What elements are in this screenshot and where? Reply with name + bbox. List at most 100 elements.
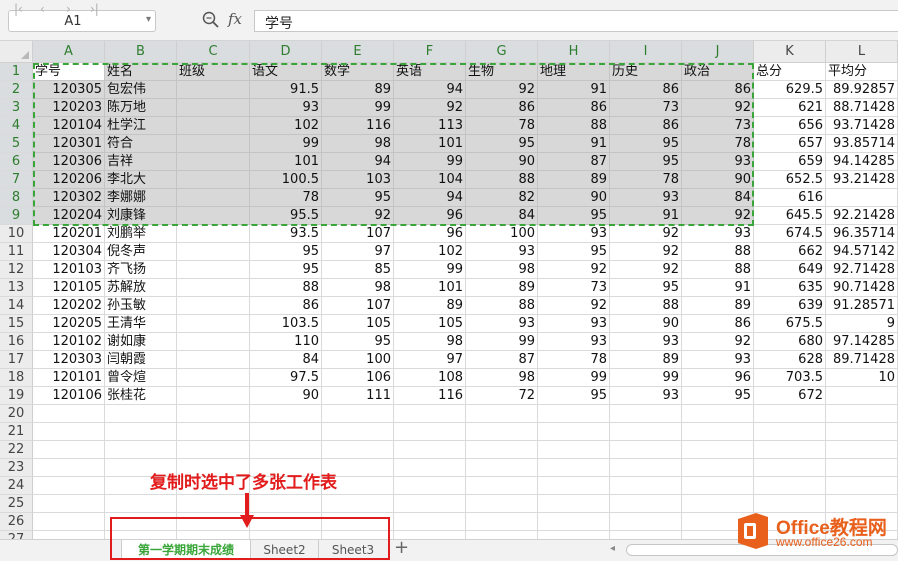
table-cell[interactable]: 91 xyxy=(538,135,610,153)
table-cell[interactable]: 672 xyxy=(754,387,826,405)
table-cell[interactable]: 94.14285 xyxy=(826,153,898,171)
table-cell[interactable]: 91.28571 xyxy=(826,297,898,315)
table-cell[interactable]: 105 xyxy=(394,315,466,333)
row-header-25[interactable]: 25 xyxy=(0,495,33,513)
column-header-d[interactable]: D xyxy=(250,41,322,63)
table-cell[interactable]: 95 xyxy=(610,135,682,153)
column-header-l[interactable]: L xyxy=(826,41,898,63)
table-cell[interactable]: 92.71428 xyxy=(826,261,898,279)
header-cell[interactable]: 姓名 xyxy=(105,63,177,81)
table-cell[interactable]: 86 xyxy=(610,81,682,99)
table-cell[interactable]: 110 xyxy=(250,333,322,351)
table-cell[interactable] xyxy=(538,477,610,495)
table-cell[interactable]: 93 xyxy=(682,351,754,369)
table-cell[interactable] xyxy=(610,495,682,513)
table-cell[interactable] xyxy=(754,423,826,441)
table-cell[interactable]: 92 xyxy=(682,99,754,117)
column-header-h[interactable]: H xyxy=(538,41,610,63)
table-cell[interactable]: 120201 xyxy=(33,225,105,243)
table-cell[interactable]: 李娜娜 xyxy=(105,189,177,207)
table-cell[interactable]: 88 xyxy=(682,261,754,279)
row-header-3[interactable]: 3 xyxy=(0,99,33,117)
table-cell[interactable]: 103.5 xyxy=(250,315,322,333)
table-cell[interactable]: 102 xyxy=(250,117,322,135)
table-cell[interactable]: 120304 xyxy=(33,243,105,261)
table-cell[interactable] xyxy=(177,135,250,153)
table-cell[interactable]: 120206 xyxy=(33,171,105,189)
table-cell[interactable]: 120303 xyxy=(33,351,105,369)
table-cell[interactable]: 91 xyxy=(538,81,610,99)
table-cell[interactable]: 符合 xyxy=(105,135,177,153)
table-cell[interactable] xyxy=(177,351,250,369)
table-cell[interactable]: 120102 xyxy=(33,333,105,351)
table-cell[interactable]: 92 xyxy=(682,333,754,351)
table-cell[interactable]: 86 xyxy=(682,315,754,333)
column-header-e[interactable]: E xyxy=(322,41,394,63)
table-cell[interactable]: 99 xyxy=(610,369,682,387)
column-header-c[interactable]: C xyxy=(177,41,250,63)
header-cell[interactable]: 政治 xyxy=(682,63,754,81)
table-cell[interactable] xyxy=(177,423,250,441)
table-cell[interactable]: 120203 xyxy=(33,99,105,117)
table-cell[interactable] xyxy=(177,117,250,135)
table-cell[interactable]: 93.71428 xyxy=(826,117,898,135)
header-cell[interactable]: 学号 xyxy=(33,63,105,81)
last-sheet-icon[interactable]: ›| xyxy=(90,2,99,16)
table-cell[interactable]: 99 xyxy=(538,369,610,387)
header-cell[interactable]: 班级 xyxy=(177,63,250,81)
table-cell[interactable] xyxy=(250,495,322,513)
formula-input[interactable]: 学号 xyxy=(254,10,898,32)
table-cell[interactable]: 87 xyxy=(538,153,610,171)
table-cell[interactable]: 95 xyxy=(250,261,322,279)
table-cell[interactable]: 93 xyxy=(682,225,754,243)
table-cell[interactable]: 116 xyxy=(394,387,466,405)
table-cell[interactable] xyxy=(610,423,682,441)
table-cell[interactable] xyxy=(826,441,898,459)
table-cell[interactable]: 93 xyxy=(466,315,538,333)
table-cell[interactable] xyxy=(177,441,250,459)
header-cell[interactable]: 生物 xyxy=(466,63,538,81)
table-cell[interactable]: 99 xyxy=(394,153,466,171)
table-cell[interactable]: 94 xyxy=(394,189,466,207)
table-cell[interactable]: 95 xyxy=(538,243,610,261)
table-cell[interactable] xyxy=(682,441,754,459)
header-cell[interactable]: 历史 xyxy=(610,63,682,81)
table-cell[interactable] xyxy=(466,477,538,495)
row-header-12[interactable]: 12 xyxy=(0,261,33,279)
table-cell[interactable]: 97 xyxy=(394,351,466,369)
table-cell[interactable]: 89 xyxy=(682,297,754,315)
table-cell[interactable]: 92 xyxy=(610,225,682,243)
table-cell[interactable]: 100 xyxy=(466,225,538,243)
table-cell[interactable]: 104 xyxy=(394,171,466,189)
table-cell[interactable]: 101 xyxy=(394,135,466,153)
table-cell[interactable]: 93 xyxy=(610,333,682,351)
header-cell[interactable]: 平均分 xyxy=(826,63,898,81)
table-cell[interactable]: 98 xyxy=(466,369,538,387)
table-cell[interactable]: 73 xyxy=(538,279,610,297)
row-header-6[interactable]: 6 xyxy=(0,153,33,171)
table-cell[interactable]: 657 xyxy=(754,135,826,153)
row-header-13[interactable]: 13 xyxy=(0,279,33,297)
table-cell[interactable]: 95 xyxy=(538,387,610,405)
table-cell[interactable] xyxy=(610,459,682,477)
table-cell[interactable] xyxy=(610,405,682,423)
table-cell[interactable]: 88 xyxy=(250,279,322,297)
table-cell[interactable]: 88.71428 xyxy=(826,99,898,117)
row-header-20[interactable]: 20 xyxy=(0,405,33,423)
table-cell[interactable]: 94.57142 xyxy=(826,243,898,261)
table-cell[interactable]: 92 xyxy=(610,261,682,279)
table-cell[interactable]: 87 xyxy=(466,351,538,369)
table-cell[interactable] xyxy=(33,405,105,423)
header-cell[interactable]: 数学 xyxy=(322,63,394,81)
table-cell[interactable]: 86 xyxy=(250,297,322,315)
table-cell[interactable] xyxy=(177,405,250,423)
next-sheet-icon[interactable]: › xyxy=(66,2,71,16)
table-cell[interactable]: 93 xyxy=(466,243,538,261)
table-cell[interactable] xyxy=(322,405,394,423)
table-cell[interactable]: 97 xyxy=(322,243,394,261)
table-cell[interactable]: 120301 xyxy=(33,135,105,153)
table-cell[interactable]: 张桂花 xyxy=(105,387,177,405)
table-cell[interactable]: 93 xyxy=(610,387,682,405)
table-cell[interactable]: 100 xyxy=(322,351,394,369)
zoom-icon[interactable] xyxy=(202,11,220,29)
